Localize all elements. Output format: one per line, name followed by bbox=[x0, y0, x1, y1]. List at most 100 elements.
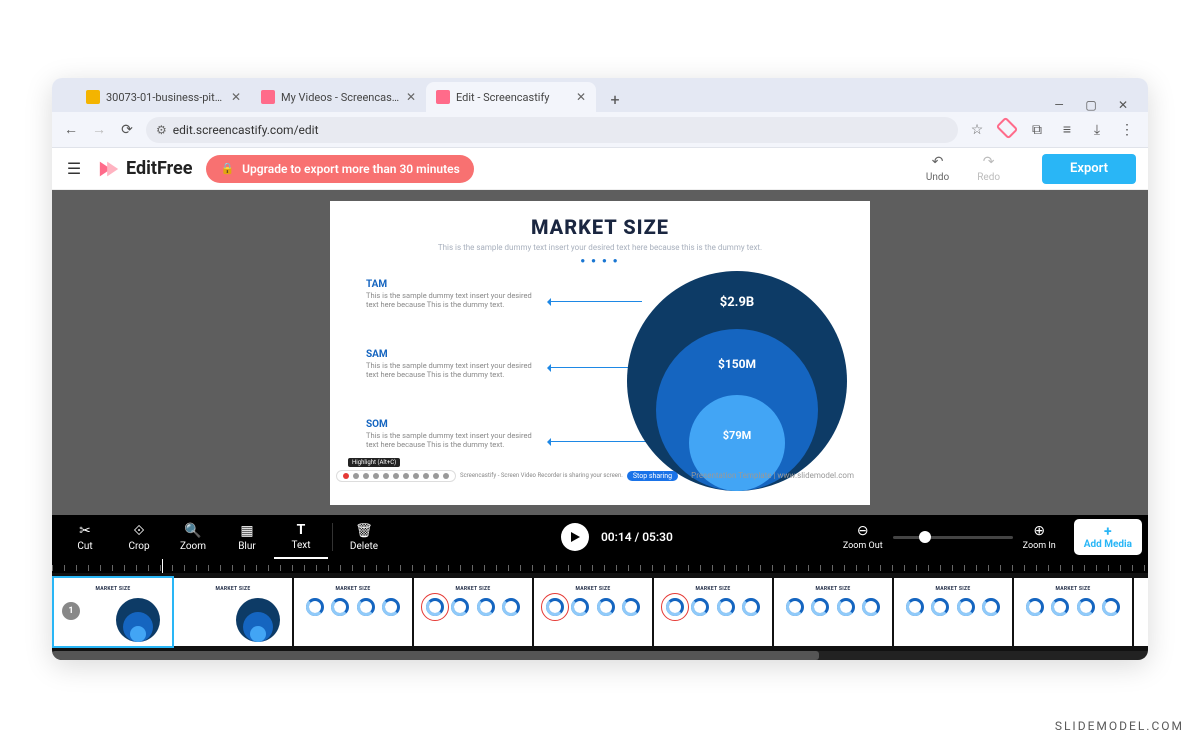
blur-icon: ▦ bbox=[240, 523, 253, 539]
tool-icon bbox=[423, 473, 429, 479]
add-media-button[interactable]: + Add Media bbox=[1074, 519, 1142, 555]
sam-label: SAM bbox=[366, 349, 536, 360]
browser-window: 30073-01-business-pitch-deck ✕ My Videos… bbox=[52, 78, 1148, 660]
tab-strip: 30073-01-business-pitch-deck ✕ My Videos… bbox=[52, 78, 1148, 112]
segment-som: SOM This is the sample dummy text insert… bbox=[366, 419, 536, 451]
watermark: SLIDEMODEL.COM bbox=[1055, 719, 1184, 733]
som-text: This is the sample dummy text insert you… bbox=[366, 431, 536, 451]
timeline-thumb[interactable]: MARKET SIZE bbox=[654, 578, 772, 646]
timeline-thumb[interactable]: MARKET SIZE bbox=[774, 578, 892, 646]
tool-icon bbox=[393, 473, 399, 479]
tool-icon bbox=[373, 473, 379, 479]
zoom-slider[interactable] bbox=[893, 536, 1013, 539]
timeline-thumb[interactable]: MARKET SIZE bbox=[894, 578, 1012, 646]
zoom-tool[interactable]: 🔍 Zoom bbox=[166, 515, 220, 559]
zoom-out-button[interactable]: ⊖ Zoom Out bbox=[843, 523, 883, 551]
bookmark-star-icon[interactable]: ☆ bbox=[968, 122, 986, 138]
blur-tool[interactable]: ▦ Blur bbox=[220, 515, 274, 559]
pause-icon bbox=[353, 473, 359, 479]
segment-tam: TAM This is the sample dummy text insert… bbox=[366, 279, 536, 311]
scrollbar-thumb[interactable] bbox=[52, 651, 819, 660]
zoom-in-button[interactable]: ⊕ Zoom In bbox=[1023, 523, 1056, 551]
site-info-icon[interactable]: ⚙ bbox=[156, 123, 167, 137]
redo-button[interactable]: ↷ Redo bbox=[977, 154, 1000, 183]
crop-tool[interactable]: ⟐ Crop bbox=[112, 515, 166, 559]
timeline-thumb[interactable]: MARKET SIZE bbox=[174, 578, 292, 646]
url-text: edit.screencastify.com/edit bbox=[173, 123, 319, 137]
playhead[interactable] bbox=[162, 559, 163, 573]
tab-2[interactable]: Edit - Screencastify ✕ bbox=[426, 82, 596, 112]
minimize-icon[interactable]: — bbox=[1050, 98, 1068, 112]
downloads-icon[interactable]: ⤓ bbox=[1088, 122, 1106, 138]
extension-screencastify-icon[interactable] bbox=[998, 121, 1016, 139]
brand-name: EditFree bbox=[126, 158, 192, 179]
time-current: 00:14 bbox=[601, 530, 632, 544]
close-icon[interactable]: ✕ bbox=[1114, 98, 1132, 112]
export-button[interactable]: Export bbox=[1042, 154, 1136, 184]
new-tab-button[interactable]: + bbox=[602, 86, 628, 112]
timeline-thumb[interactable]: MARKET SIZE bbox=[294, 578, 412, 646]
value-som: $79M bbox=[687, 429, 787, 442]
redo-icon: ↷ bbox=[983, 154, 995, 170]
reload-button[interactable]: ⟳ bbox=[118, 122, 136, 138]
slider-thumb[interactable] bbox=[919, 531, 931, 543]
recorder-controls[interactable] bbox=[336, 470, 456, 482]
record-icon bbox=[343, 473, 349, 479]
tab-0[interactable]: 30073-01-business-pitch-deck ✕ bbox=[76, 82, 251, 112]
menu-button[interactable]: ☰ bbox=[64, 159, 84, 178]
sam-text: This is the sample dummy text insert you… bbox=[366, 361, 536, 381]
delete-tool[interactable]: 🗑 Delete bbox=[337, 515, 391, 559]
plus-icon: + bbox=[1104, 525, 1112, 539]
upgrade-label: Upgrade to export more than 30 minutes bbox=[242, 162, 460, 176]
scissors-icon: ✂ bbox=[79, 523, 91, 539]
crop-icon: ⟐ bbox=[133, 523, 144, 539]
timeline-ruler[interactable] bbox=[52, 559, 1148, 573]
upgrade-button[interactable]: 🔒 Upgrade to export more than 30 minutes bbox=[206, 155, 473, 183]
tab-close-icon[interactable]: ✕ bbox=[576, 92, 586, 102]
timeline-thumb[interactable]: MARKET SIZE bbox=[414, 578, 532, 646]
app-header: ☰ EditFree 🔒 Upgrade to export more than… bbox=[52, 148, 1148, 190]
extensions-icon[interactable]: ⧉ bbox=[1028, 122, 1046, 138]
zoom-controls: ⊖ Zoom Out ⊕ Zoom In bbox=[843, 523, 1056, 551]
crop-label: Crop bbox=[128, 541, 149, 552]
maximize-icon[interactable]: ▢ bbox=[1082, 98, 1100, 112]
tab-close-icon[interactable]: ✕ bbox=[231, 92, 241, 102]
magnifier-icon: 🔍 bbox=[184, 523, 201, 539]
back-button[interactable]: ← bbox=[62, 121, 80, 138]
stop-sharing-button[interactable]: Stop sharing bbox=[627, 471, 678, 481]
play-button[interactable] bbox=[561, 523, 589, 551]
value-sam: $150M bbox=[687, 357, 787, 371]
editor-toolbar: ✂ Cut ⟐ Crop 🔍 Zoom ▦ Blur T Text 🗑 Dele… bbox=[52, 515, 1148, 559]
undo-button[interactable]: ↶ Undo bbox=[926, 154, 949, 183]
timeline-thumb[interactable]: MARKET SIZE bbox=[534, 578, 652, 646]
address-bar[interactable]: ⚙ edit.screencastify.com/edit bbox=[146, 117, 958, 143]
thumb-index-badge: 1 bbox=[62, 602, 80, 620]
som-label: SOM bbox=[366, 419, 536, 430]
zoom-label: Zoom bbox=[180, 541, 206, 552]
tab-close-icon[interactable]: ✕ bbox=[406, 92, 416, 102]
timeline-thumb[interactable]: MARKET SIZE bbox=[1014, 578, 1132, 646]
timeline-track[interactable]: MARKET SIZE 1 MARKET SIZE MARKET SIZE MA… bbox=[52, 573, 1148, 651]
reading-list-icon[interactable]: ≡ bbox=[1058, 121, 1076, 138]
forward-button[interactable]: → bbox=[90, 121, 108, 138]
timeline-thumb[interactable]: MAR bbox=[1134, 578, 1148, 646]
video-preview[interactable]: MARKET SIZE This is the sample dummy tex… bbox=[330, 201, 870, 505]
blur-label: Blur bbox=[238, 541, 256, 552]
value-tam: $2.9B bbox=[687, 295, 787, 310]
slide-body: TAM This is the sample dummy text insert… bbox=[330, 265, 870, 495]
text-label: Text bbox=[291, 540, 310, 551]
toolbar-separator bbox=[332, 523, 333, 551]
window-controls: — ▢ ✕ bbox=[1050, 98, 1142, 112]
tool-icon bbox=[443, 473, 449, 479]
zoom-in-icon: ⊕ bbox=[1033, 523, 1045, 539]
cut-tool[interactable]: ✂ Cut bbox=[58, 515, 112, 559]
brand-logo: EditFree bbox=[98, 158, 192, 180]
canvas-area: MARKET SIZE This is the sample dummy tex… bbox=[52, 190, 1148, 515]
text-tool[interactable]: T Text bbox=[274, 515, 328, 559]
play-icon bbox=[569, 531, 581, 543]
timeline-scrollbar[interactable] bbox=[52, 651, 1148, 660]
lock-icon: 🔒 bbox=[220, 162, 234, 175]
menu-icon[interactable]: ⋮ bbox=[1118, 122, 1136, 138]
tab-1[interactable]: My Videos - Screencastify ✕ bbox=[251, 82, 426, 112]
timeline-thumb[interactable]: MARKET SIZE 1 bbox=[54, 578, 172, 646]
